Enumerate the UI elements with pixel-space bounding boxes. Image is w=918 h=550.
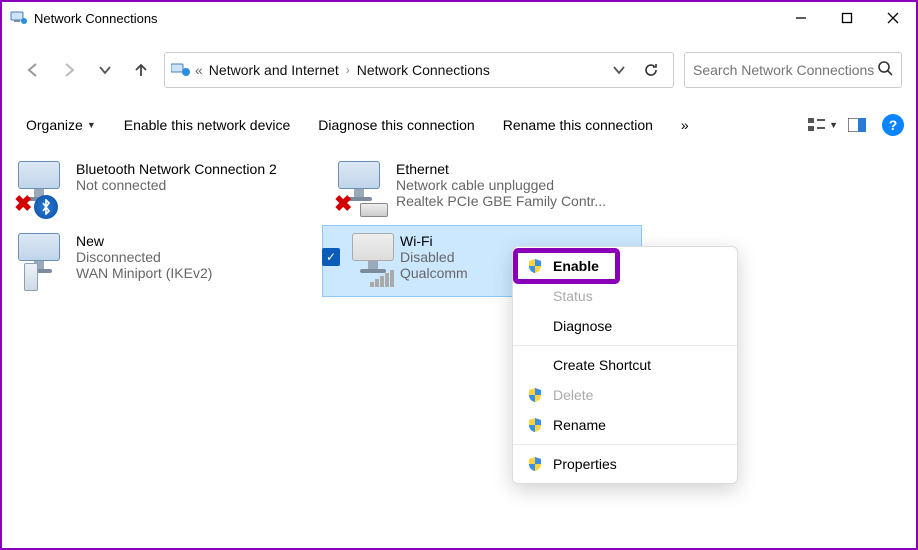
nav-row: « Network and Internet › Network Connect… bbox=[2, 34, 916, 106]
breadcrumb-current[interactable]: Network Connections bbox=[353, 62, 494, 78]
menu-rename-label: Rename bbox=[553, 417, 606, 433]
menu-properties[interactable]: Properties bbox=[513, 449, 737, 479]
connection-item-ethernet[interactable]: ✖ Ethernet Network cable unplugged Realt… bbox=[322, 153, 642, 225]
menu-properties-label: Properties bbox=[553, 456, 617, 472]
forward-button[interactable] bbox=[52, 53, 86, 87]
context-menu: Enable Status Diagnose Create Shortcut D… bbox=[512, 246, 738, 484]
window-title: Network Connections bbox=[34, 11, 778, 26]
chevron-down-icon: ▼ bbox=[87, 120, 96, 130]
shield-icon bbox=[527, 417, 543, 433]
menu-separator bbox=[513, 345, 737, 346]
connection-name: Ethernet bbox=[396, 161, 606, 177]
bluetooth-icon bbox=[34, 195, 58, 219]
selection-checkbox[interactable] bbox=[322, 248, 340, 266]
recent-locations-button[interactable] bbox=[88, 53, 122, 87]
connection-status: Not connected bbox=[76, 177, 277, 193]
app-icon bbox=[10, 9, 28, 27]
menu-rename[interactable]: Rename bbox=[513, 410, 737, 440]
breadcrumb-separator-icon: › bbox=[343, 63, 353, 77]
refresh-button[interactable] bbox=[635, 54, 667, 86]
command-bar: Organize ▼ Enable this network device Dia… bbox=[2, 106, 916, 149]
organize-button[interactable]: Organize ▼ bbox=[14, 111, 108, 139]
preview-pane-button[interactable] bbox=[842, 110, 872, 140]
ethernet-adapter-icon: ✖ bbox=[334, 157, 392, 221]
shield-icon bbox=[527, 258, 543, 274]
minimize-button[interactable] bbox=[778, 2, 824, 34]
breadcrumb-root-chevron[interactable]: « bbox=[193, 62, 205, 78]
diagnose-connection-button[interactable]: Diagnose this connection bbox=[306, 111, 486, 139]
shield-icon bbox=[527, 387, 543, 403]
rename-label: Rename this connection bbox=[503, 117, 653, 133]
up-button[interactable] bbox=[124, 53, 158, 87]
connection-name: New bbox=[76, 233, 212, 249]
breadcrumb-app-icon bbox=[171, 62, 191, 78]
wan-miniport-icon bbox=[14, 229, 72, 293]
overflow-label: » bbox=[681, 117, 689, 133]
rename-connection-button[interactable]: Rename this connection bbox=[491, 111, 665, 139]
connection-item-new[interactable]: New Disconnected WAN Miniport (IKEv2) bbox=[2, 225, 322, 297]
title-bar: Network Connections bbox=[2, 2, 916, 34]
connection-device: Qualcomm bbox=[400, 265, 468, 281]
connection-device: Realtek PCIe GBE Family Contr... bbox=[396, 193, 606, 209]
address-history-button[interactable] bbox=[603, 54, 635, 86]
connection-item-bluetooth[interactable]: ✖ Bluetooth Network Connection 2 Not con… bbox=[2, 153, 322, 225]
address-bar[interactable]: « Network and Internet › Network Connect… bbox=[164, 52, 674, 88]
wifi-signal-icon bbox=[370, 270, 394, 287]
menu-delete-label: Delete bbox=[553, 387, 593, 403]
connection-device: WAN Miniport (IKEv2) bbox=[76, 265, 212, 281]
menu-status-label: Status bbox=[553, 288, 593, 304]
nic-icon bbox=[360, 203, 388, 217]
menu-enable-label: Enable bbox=[553, 258, 599, 274]
overflow-button[interactable]: » bbox=[669, 111, 701, 139]
menu-diagnose[interactable]: Diagnose bbox=[513, 311, 737, 341]
organize-label: Organize bbox=[26, 117, 83, 133]
maximize-button[interactable] bbox=[824, 2, 870, 34]
menu-enable[interactable]: Enable bbox=[513, 251, 737, 281]
view-options-button[interactable]: ▼ bbox=[808, 110, 838, 140]
close-button[interactable] bbox=[870, 2, 916, 34]
connection-status: Network cable unplugged bbox=[396, 177, 606, 193]
back-button[interactable] bbox=[16, 53, 50, 87]
shield-icon bbox=[527, 456, 543, 472]
disconnected-x-icon: ✖ bbox=[14, 191, 32, 217]
connections-list: ✖ Bluetooth Network Connection 2 Not con… bbox=[2, 149, 916, 297]
menu-delete: Delete bbox=[513, 380, 737, 410]
search-input[interactable] bbox=[693, 62, 877, 78]
connection-name: Wi-Fi bbox=[400, 233, 468, 249]
wifi-adapter-icon bbox=[348, 229, 396, 293]
enable-device-label: Enable this network device bbox=[124, 117, 291, 133]
search-box[interactable] bbox=[684, 52, 902, 88]
connection-status: Disconnected bbox=[76, 249, 212, 265]
tower-icon bbox=[24, 263, 38, 291]
menu-create-shortcut[interactable]: Create Shortcut bbox=[513, 350, 737, 380]
connection-name: Bluetooth Network Connection 2 bbox=[76, 161, 277, 177]
unplugged-x-icon: ✖ bbox=[334, 191, 352, 217]
bluetooth-adapter-icon: ✖ bbox=[14, 157, 72, 221]
chevron-down-icon: ▼ bbox=[829, 120, 838, 130]
search-icon[interactable] bbox=[877, 60, 893, 81]
diagnose-label: Diagnose this connection bbox=[318, 117, 474, 133]
menu-diagnose-label: Diagnose bbox=[553, 318, 612, 334]
connection-status: Disabled bbox=[400, 249, 468, 265]
enable-device-button[interactable]: Enable this network device bbox=[112, 111, 303, 139]
menu-create-shortcut-label: Create Shortcut bbox=[553, 357, 651, 373]
menu-separator bbox=[513, 444, 737, 445]
breadcrumb-parent[interactable]: Network and Internet bbox=[205, 62, 343, 78]
menu-status: Status bbox=[513, 281, 737, 311]
help-button[interactable]: ? bbox=[882, 114, 904, 136]
